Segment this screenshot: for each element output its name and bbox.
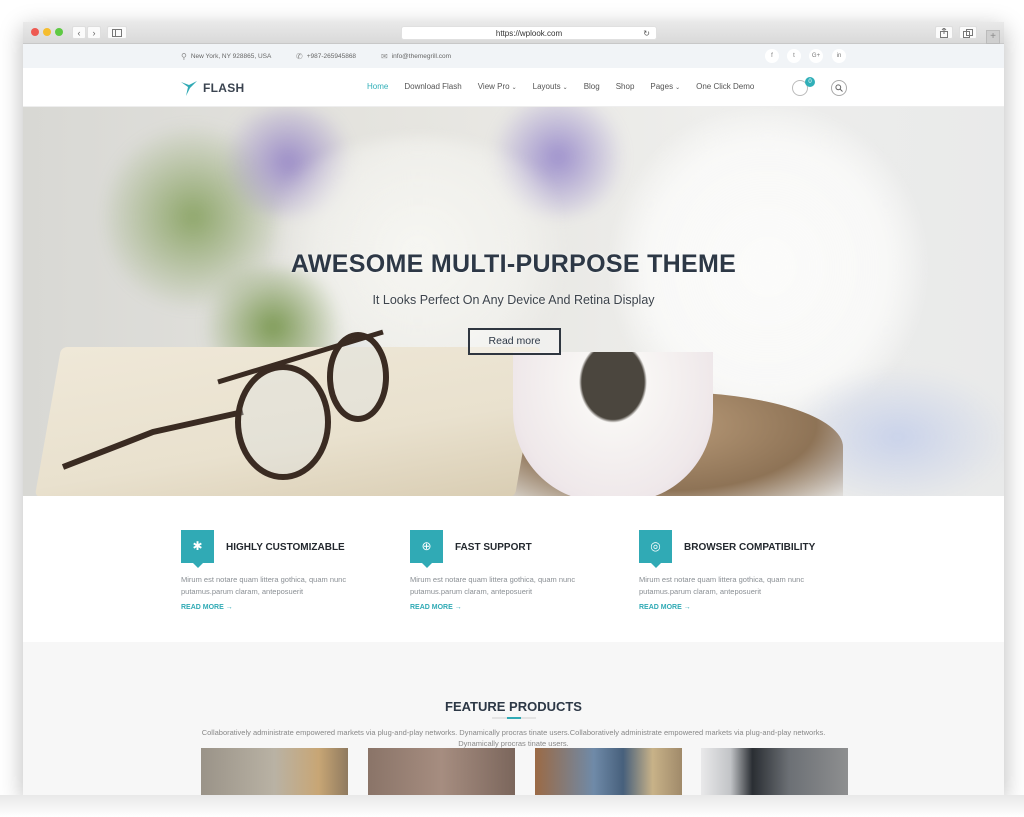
sidebar-toggle-button[interactable]: [107, 26, 127, 39]
product-image-hat[interactable]: [201, 748, 348, 795]
chrome-icon: ◎: [639, 530, 672, 568]
nav-label: Download Flash: [404, 82, 462, 91]
nav-pages[interactable]: Pages ⌄: [650, 82, 680, 91]
gear-icon: ✱: [181, 530, 214, 568]
feature-title: BROWSER COMPATIBILITY: [684, 542, 816, 553]
site-header: FLASH Home Download Flash View Pro ⌄ Layo…: [23, 68, 1004, 107]
facebook-icon[interactable]: f: [765, 49, 779, 63]
address-info: ⚲ New York, NY 928865, USA: [181, 52, 271, 61]
email-info[interactable]: ✉ info@themegrill.com: [381, 52, 451, 61]
tabs-icon: [963, 29, 973, 38]
product-image-glasses-book[interactable]: [535, 748, 682, 795]
new-tab-button[interactable]: +: [986, 30, 1000, 44]
google-plus-icon[interactable]: G+: [809, 49, 823, 63]
nav-shop[interactable]: Shop: [616, 82, 635, 91]
nav-label: Home: [367, 82, 389, 91]
product-image-bag[interactable]: [368, 748, 515, 795]
feature-description: Mirum est notare quam littera gothica, q…: [410, 575, 576, 596]
hero-image-cup: [513, 352, 713, 496]
window-shadow: [0, 795, 1024, 817]
chevron-left-icon: ‹: [77, 28, 81, 38]
address-bar[interactable]: https://wplook.com ↻: [401, 26, 657, 40]
flash-logo-icon: [181, 81, 197, 96]
feature-description: Mirum est notare quam littera gothica, q…: [181, 575, 347, 596]
chevron-down-icon: ⌄: [675, 85, 681, 91]
reload-icon[interactable]: ↻: [643, 27, 650, 40]
minimize-window-button[interactable]: [43, 28, 51, 36]
back-button[interactable]: ‹: [72, 26, 86, 39]
nav-label: Shop: [615, 82, 635, 91]
close-window-button[interactable]: [31, 28, 39, 36]
sidebar-icon: [112, 29, 122, 37]
share-icon: [940, 27, 948, 38]
feature-title: FAST SUPPORT: [455, 542, 532, 553]
logo-text: FLASH: [203, 81, 245, 95]
phone-info: ✆ +987-265945868: [296, 52, 356, 61]
browser-window: ‹ › https://wplook.com ↻ + ⚲ New York, N…: [23, 22, 1004, 795]
nav-label: Pages: [650, 82, 674, 91]
features-section: ✱ HIGHLY CUSTOMIZABLE Mirum est notare q…: [23, 496, 1004, 642]
feature-products-section: FEATURE PRODUCTS Collaboratively adminis…: [23, 642, 1004, 795]
cart-count-badge: 0: [805, 77, 815, 87]
nav-layouts[interactable]: Layouts ⌄: [533, 82, 568, 91]
email-text[interactable]: info@themegrill.com: [392, 53, 451, 60]
read-more-button[interactable]: Read more: [468, 328, 561, 355]
url-text: https://wplook.com: [495, 29, 563, 38]
address-text: New York, NY 928865, USA: [190, 53, 272, 60]
hero-subtitle: It Looks Perfect On Any Device And Retin…: [372, 293, 655, 307]
read-more-link[interactable]: READ MORE →: [181, 604, 233, 611]
share-button[interactable]: [935, 26, 953, 39]
nav-label: Layouts: [532, 82, 561, 91]
zoom-window-button[interactable]: [55, 28, 63, 36]
section-title: FEATURE PRODUCTS: [445, 699, 582, 714]
chevron-right-icon: ›: [92, 28, 96, 38]
forward-button[interactable]: ›: [87, 26, 101, 39]
hero-slider: AWESOME MULTI-PURPOSE THEME It Looks Per…: [23, 107, 1004, 496]
hero-title: AWESOME MULTI-PURPOSE THEME: [290, 250, 737, 278]
read-more-link[interactable]: READ MORE →: [639, 604, 691, 611]
nav-home[interactable]: Home: [367, 82, 388, 91]
read-more-link[interactable]: READ MORE →: [410, 604, 462, 611]
nav-view-pro[interactable]: View Pro ⌄: [478, 82, 517, 91]
phone-icon: ✆: [296, 52, 303, 61]
nav-one-click-demo[interactable]: One Click Demo: [696, 82, 754, 91]
chevron-down-icon: ⌄: [562, 85, 568, 91]
nav-download-flash[interactable]: Download Flash: [404, 82, 461, 91]
nav-label: View Pro: [477, 82, 510, 91]
site-logo[interactable]: FLASH: [181, 80, 245, 96]
phone-text: +987-265945868: [306, 53, 357, 60]
nav-blog[interactable]: Blog: [584, 82, 600, 91]
envelope-icon: ✉: [381, 52, 388, 61]
browser-titlebar: ‹ › https://wplook.com ↻ +: [23, 22, 1004, 44]
main-nav: Home Download Flash View Pro ⌄ Layouts ⌄ B…: [367, 82, 770, 91]
feature-title: HIGHLY CUSTOMIZABLE: [226, 542, 345, 553]
title-divider-accent: [507, 717, 521, 719]
chevron-down-icon: ⌄: [511, 85, 517, 91]
twitter-icon[interactable]: t: [787, 49, 801, 63]
life-ring-icon: ⊕: [410, 530, 443, 568]
top-info-bar: ⚲ New York, NY 928865, USA ✆ +987-265945…: [23, 44, 1004, 68]
nav-label: One Click Demo: [696, 82, 755, 91]
nav-label: Blog: [583, 82, 600, 91]
search-icon: [835, 84, 843, 92]
linkedin-icon[interactable]: in: [832, 49, 846, 63]
feature-description: Mirum est notare quam littera gothica, q…: [639, 575, 805, 596]
plus-icon: +: [990, 31, 996, 42]
show-tabs-button[interactable]: [959, 26, 977, 39]
hero-image-glasses: [61, 329, 389, 480]
search-button[interactable]: [831, 80, 847, 96]
product-image-laptop-coffee[interactable]: [701, 748, 848, 795]
map-pin-icon: ⚲: [181, 52, 187, 61]
section-description: Collaboratively administrate empowered m…: [201, 728, 826, 748]
